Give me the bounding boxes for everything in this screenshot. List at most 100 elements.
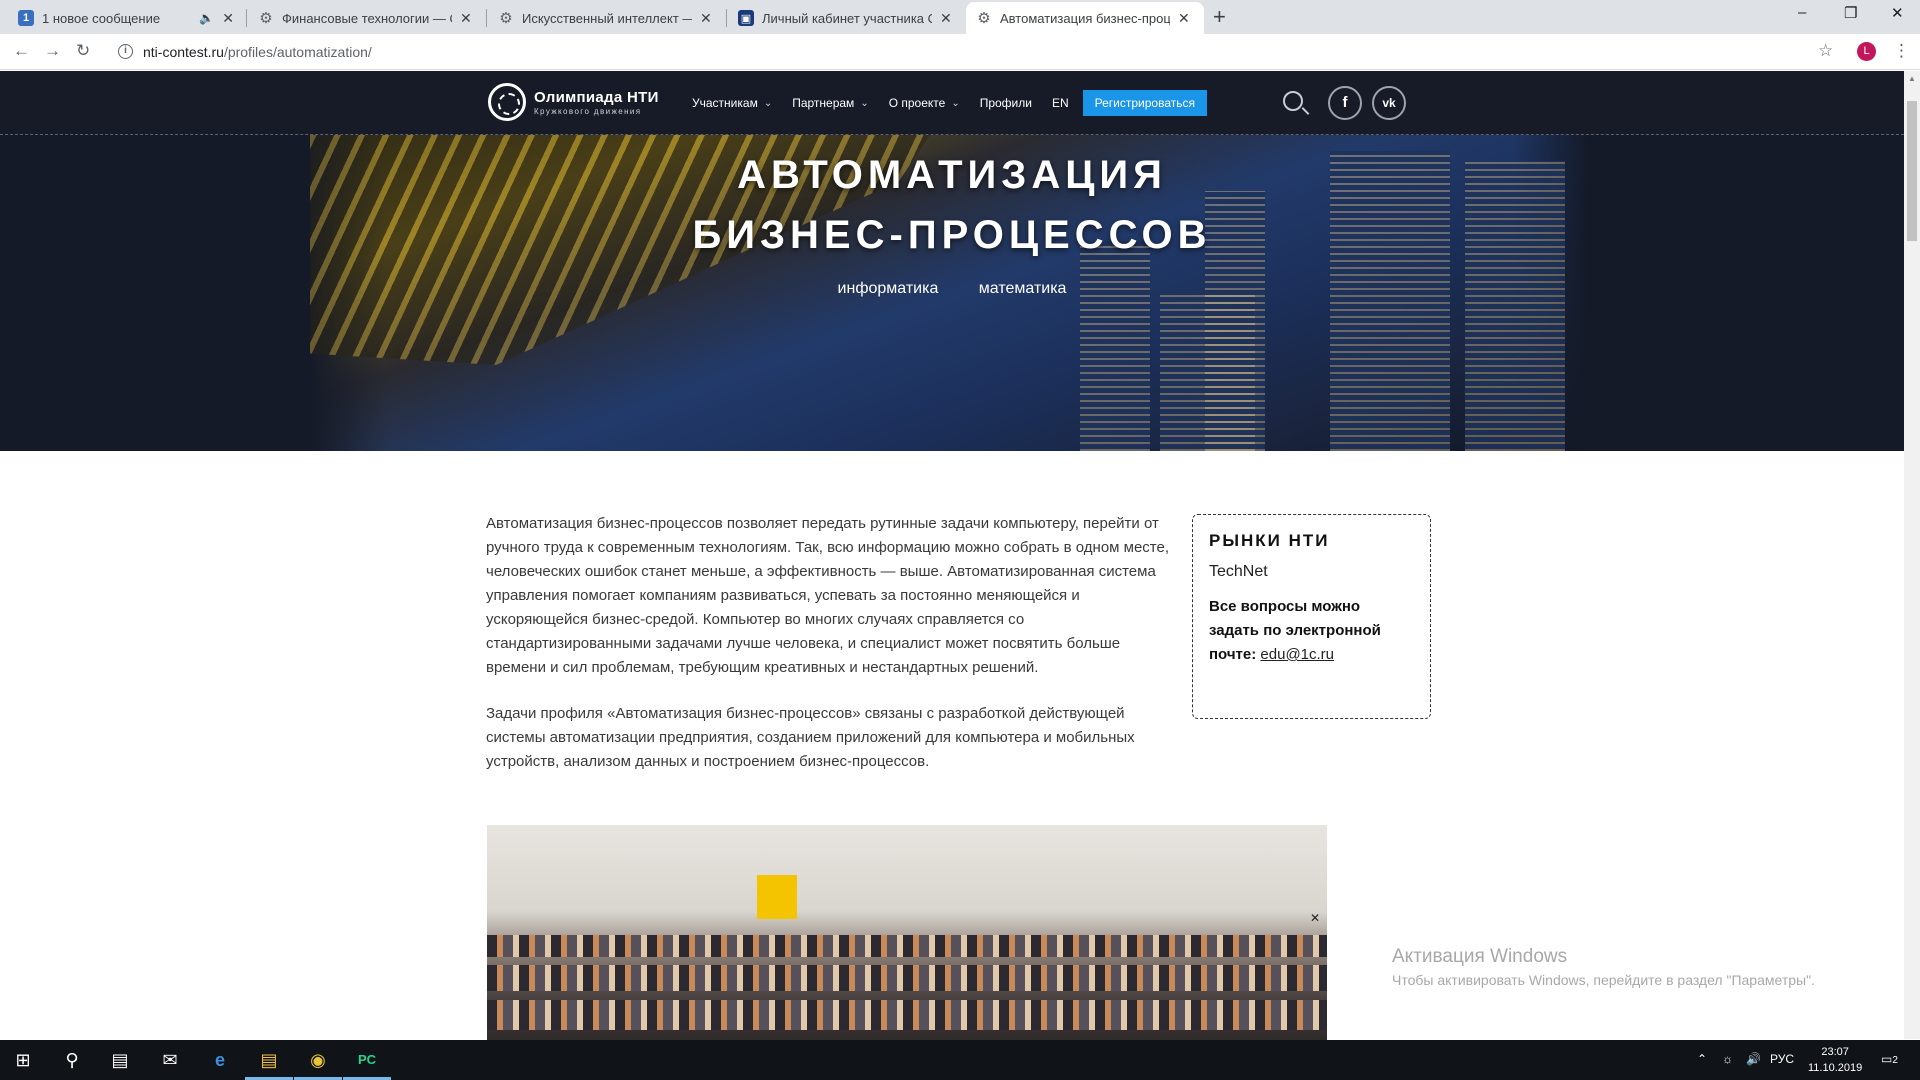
- search-icon[interactable]: ⚲: [59, 1048, 85, 1072]
- main-nav: Участникам ⌄ Партнерам ⌄ О проекте ⌄ Профил…: [692, 71, 1207, 135]
- tab-divider: [726, 9, 727, 27]
- nav-label: Профили: [979, 96, 1032, 110]
- new-tab-button[interactable]: +: [1213, 4, 1226, 30]
- subject-tag[interactable]: математика: [979, 280, 1067, 297]
- forward-arrow-icon[interactable]: →: [44, 41, 61, 61]
- edge-browser-icon[interactable]: e: [207, 1048, 233, 1072]
- page-title-line: БИЗНЕС-ПРОЦЕССОВ: [692, 213, 1212, 257]
- contact-email-link[interactable]: edu@1c.ru: [1260, 646, 1334, 663]
- browser-tab-mail[interactable]: 1 1 новое сообщение 🔈 ✕: [8, 2, 244, 34]
- pycharm-icon[interactable]: PC: [354, 1048, 380, 1072]
- tab-divider: [486, 9, 487, 27]
- watermark-title: Активация Windows: [1392, 946, 1568, 967]
- mail-app-icon[interactable]: ✉: [157, 1048, 183, 1072]
- nav-label: Участникам: [692, 96, 758, 110]
- maximize-button[interactable]: ❐: [1844, 4, 1857, 22]
- photo-crowd-row: [487, 1000, 1327, 1030]
- close-tab-icon[interactable]: ✕: [700, 10, 712, 27]
- nav-profiles[interactable]: Профили: [980, 96, 1032, 110]
- bookmark-star-icon[interactable]: ☆: [1818, 41, 1833, 61]
- search-icon[interactable]: [1283, 91, 1303, 111]
- address-bar[interactable]: nti-contest.ru/profiles/automatization/: [143, 44, 372, 60]
- profile-avatar[interactable]: L: [1857, 42, 1876, 61]
- network-icon[interactable]: ☼: [1722, 1052, 1733, 1066]
- nav-label: О проекте: [888, 96, 946, 110]
- logo-title: Олимпиада НТИ: [534, 88, 659, 106]
- page-title: АВТОМАТИЗАЦИЯ БИЗНЕС-ПРОЦЕССОВ: [0, 145, 1904, 265]
- vk-icon[interactable]: vk: [1372, 86, 1406, 120]
- tab-divider: [246, 9, 247, 27]
- browser-menu-icon[interactable]: ⋮: [1893, 41, 1910, 61]
- market-name: TechNet: [1209, 563, 1268, 580]
- profile-description: Автоматизация бизнес-процессов позволяет…: [486, 512, 1171, 796]
- nav-about[interactable]: О проекте ⌄: [889, 96, 960, 110]
- watermark-subtitle: Чтобы активировать Windows, перейдите в …: [1392, 972, 1815, 988]
- scrollbar-thumb[interactable]: [1907, 101, 1917, 241]
- tab-title: Финансовые технологии — Оли: [282, 10, 452, 26]
- photo-crowd-row: [487, 935, 1327, 957]
- browser-tab-cabinet[interactable]: ▣ Личный кабинет участника Оли ✕: [728, 2, 964, 34]
- site-gear-icon: ⚙: [499, 10, 513, 27]
- description-paragraph: Задачи профиля «Автоматизация бизнес-про…: [486, 705, 1135, 770]
- olympiad-hall-photo: ✕: [487, 825, 1327, 1040]
- url-path: /profiles/automatization/: [223, 44, 372, 60]
- back-arrow-icon[interactable]: ←: [13, 41, 30, 61]
- hero-banner: АВТОМАТИЗАЦИЯ БИЗНЕС-ПРОЦЕССОВ информати…: [0, 135, 1904, 451]
- description-paragraph: Автоматизация бизнес-процессов позволяет…: [486, 515, 1170, 676]
- facebook-icon[interactable]: f: [1328, 86, 1362, 120]
- register-button[interactable]: Регистрироваться: [1082, 90, 1207, 116]
- site-gear-icon: ⚙: [259, 10, 273, 27]
- browser-tab-ai[interactable]: ⚙ Искусственный интеллект — Ол ✕: [488, 2, 724, 34]
- photo-crowd-row: [487, 965, 1327, 991]
- scroll-up-arrow-icon[interactable]: ▲: [1908, 74, 1916, 83]
- clock-time: 23:07: [1821, 1046, 1849, 1058]
- windows-start-icon[interactable]: ⊞: [10, 1048, 36, 1072]
- browser-tab-fintech[interactable]: ⚙ Финансовые технологии — Оли ✕: [248, 2, 484, 34]
- browser-tab-strip: 1 1 новое сообщение 🔈 ✕ ⚙ Финансовые тех…: [0, 0, 1920, 34]
- nav-language-switch[interactable]: EN: [1052, 96, 1069, 110]
- close-tab-icon[interactable]: ✕: [1178, 10, 1190, 27]
- task-view-icon[interactable]: ▤: [107, 1048, 133, 1072]
- page-scrollbar[interactable]: ▲: [1904, 71, 1920, 1039]
- logo-text: Олимпиада НТИ Кружкового движения: [534, 89, 659, 116]
- chevron-down-icon: ⌄: [951, 97, 960, 109]
- subject-tag[interactable]: информатика: [838, 280, 939, 297]
- windows-taskbar: ⊞ ⚲ ▤ ✉ e ▤ ◉ PC ⌃ ☼ 🔊 РУС 23:07 11.10.2…: [0, 1040, 1920, 1080]
- taskbar-clock[interactable]: 23:07 11.10.2019: [1808, 1044, 1862, 1076]
- nav-participants[interactable]: Участникам ⌄: [692, 96, 772, 110]
- nav-partners[interactable]: Партнерам ⌄: [792, 96, 869, 110]
- close-window-button[interactable]: ✕: [1891, 4, 1904, 22]
- chrome-browser-icon[interactable]: ◉: [305, 1048, 331, 1072]
- hero-building: [1080, 241, 1150, 451]
- speaker-mute-icon[interactable]: 🔈: [199, 11, 214, 25]
- nav-label: EN: [1051, 96, 1069, 110]
- tab-title: Личный кабинет участника Оли: [762, 10, 932, 26]
- logo-subtitle: Кружкового движения: [534, 106, 642, 116]
- volume-icon[interactable]: 🔊: [1746, 1052, 1761, 1066]
- site-gear-icon: ⚙: [977, 10, 991, 27]
- notification-center-icon[interactable]: ▭2: [1881, 1052, 1898, 1066]
- close-tab-icon[interactable]: ✕: [460, 10, 472, 27]
- tray-expand-icon[interactable]: ⌃: [1697, 1052, 1707, 1066]
- browser-toolbar: ← → ↻ i nti-contest.ru/profiles/automati…: [0, 34, 1920, 70]
- reload-icon[interactable]: ↻: [76, 41, 90, 61]
- close-icon[interactable]: ✕: [1310, 911, 1320, 925]
- close-tab-icon[interactable]: ✕: [940, 10, 952, 27]
- chevron-down-icon: ⌄: [763, 97, 773, 109]
- notification-count: 2: [1892, 1055, 1898, 1066]
- tab-title: Автоматизация бизнес-процес: [1000, 10, 1170, 26]
- site-info-icon[interactable]: i: [118, 44, 133, 59]
- minimize-button[interactable]: –: [1798, 4, 1806, 21]
- close-tab-icon[interactable]: ✕: [222, 10, 234, 27]
- input-language[interactable]: РУС: [1770, 1052, 1794, 1066]
- clock-date: 11.10.2019: [1808, 1062, 1863, 1074]
- mail-icon: 1: [18, 10, 34, 26]
- browser-tab-automation[interactable]: ⚙ Автоматизация бизнес-процес ✕: [966, 2, 1204, 34]
- tab-title: Искусственный интеллект — Ол: [522, 10, 692, 26]
- windows-activation-watermark: Активация Windows Чтобы активировать Win…: [1392, 946, 1815, 988]
- file-explorer-icon[interactable]: ▤: [256, 1048, 282, 1072]
- page-title-line: АВТОМАТИЗАЦИЯ: [737, 153, 1167, 197]
- site-logo[interactable]: Олимпиада НТИ Кружкового движения: [488, 83, 659, 121]
- logo-mark-icon: [488, 83, 526, 121]
- chevron-down-icon: ⌄: [860, 97, 869, 109]
